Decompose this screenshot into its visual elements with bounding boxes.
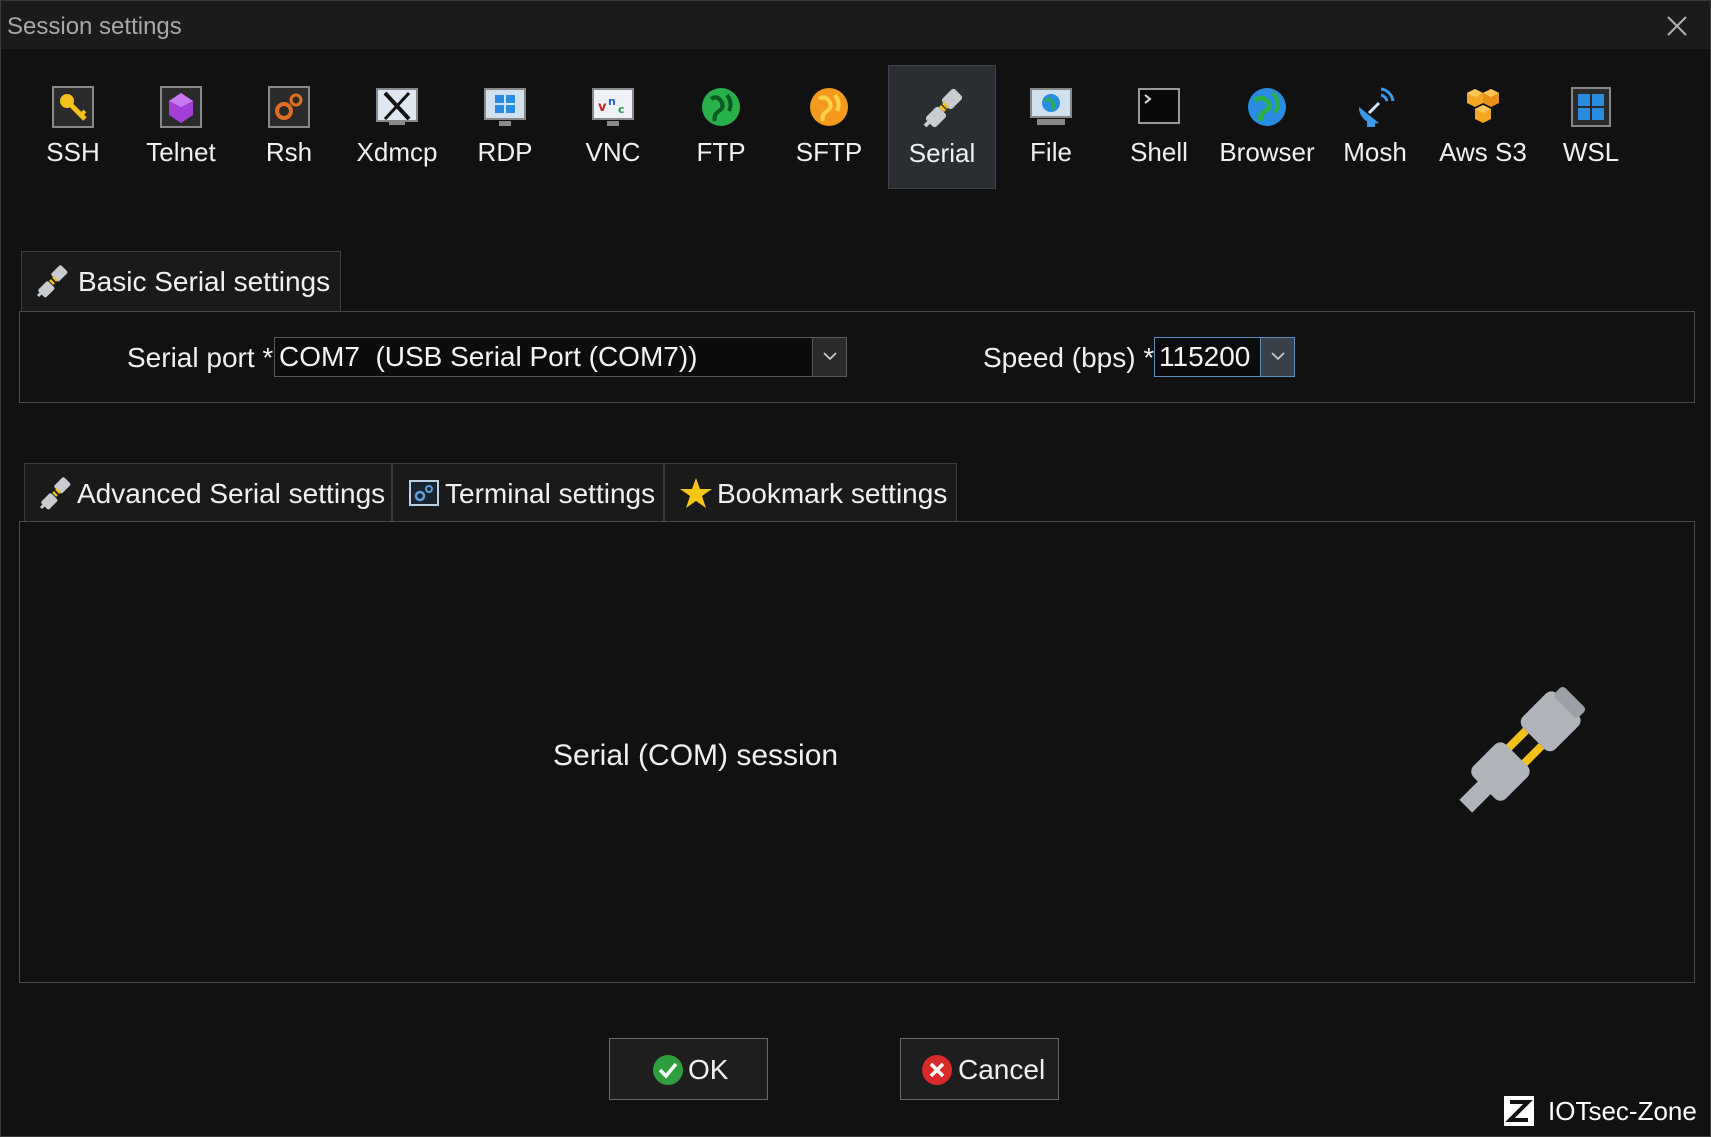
green-globe-icon [699, 85, 743, 129]
cancel-label: Cancel [958, 1054, 1046, 1085]
blue-globe-icon [1245, 85, 1289, 129]
session-type-ftp[interactable]: FTP [667, 65, 775, 189]
session-type-sftp[interactable]: SFTP [775, 65, 883, 189]
session-type-mosh[interactable]: Mosh [1321, 65, 1429, 189]
session-type-label: WSL [1562, 137, 1620, 167]
tab-label: Terminal settings [445, 478, 656, 509]
svg-text:c: c [618, 103, 625, 116]
satellite-dish-icon [1353, 85, 1397, 129]
telnet-gem-icon [159, 85, 203, 129]
serial-plug-icon [921, 86, 965, 130]
key-icon [51, 85, 95, 129]
session-type-label: Browser [1219, 137, 1315, 167]
serial-port-label: Serial port * [127, 342, 274, 373]
session-type-label: Xdmcp [356, 137, 438, 167]
close-icon [1667, 16, 1687, 36]
session-type-browser[interactable]: Browser [1213, 65, 1321, 189]
tab-label: Bookmark settings [717, 478, 948, 509]
ok-button[interactable]: OK [609, 1038, 768, 1100]
gears-icon [267, 85, 311, 129]
tab-bookmark-settings[interactable]: Bookmark settings [664, 463, 957, 521]
star-icon [679, 476, 713, 510]
serial-plug-icon [1441, 681, 1591, 831]
session-type-label: FTP [696, 137, 746, 167]
session-type-label: Aws S3 [1439, 137, 1527, 167]
session-type-bar: SSH Telnet Rsh Xdmcp RDP v n c VNC FTP S… [19, 65, 1679, 189]
tab-basic-serial-settings[interactable]: Basic Serial settings [21, 251, 341, 313]
session-type-label: Serial [908, 138, 976, 168]
session-type-label: SSH [46, 137, 100, 167]
session-type-wsl[interactable]: WSL [1537, 65, 1645, 189]
session-description: Serial (COM) session [553, 739, 839, 772]
window-title: Session settings [7, 13, 182, 40]
cancel-x-icon [921, 1054, 953, 1086]
session-type-file[interactable]: File [997, 65, 1105, 189]
session-type-label: VNC [585, 137, 641, 167]
session-type-label: File [1030, 137, 1072, 167]
terminal-icon [1137, 85, 1181, 129]
basic-settings-panel: Serial port * COM7 (USB Serial Port (COM… [19, 311, 1695, 403]
cubes-icon [1461, 85, 1505, 129]
z-logo-icon [1502, 1094, 1536, 1128]
session-type-telnet[interactable]: Telnet [127, 65, 235, 189]
session-type-shell[interactable]: Shell [1105, 65, 1213, 189]
title-bar: Session settings [1, 1, 1710, 49]
serial-plug-icon [39, 476, 73, 510]
orange-globe-icon [807, 85, 851, 129]
speed-select[interactable]: 115200 [1154, 337, 1295, 377]
session-type-aws-s3[interactable]: Aws S3 [1429, 65, 1537, 189]
speed-value: 115200 [1159, 341, 1251, 372]
session-type-label: Telnet [146, 137, 216, 167]
svg-text:n: n [608, 95, 616, 108]
svg-text:v: v [598, 100, 607, 115]
session-type-label: Shell [1130, 137, 1188, 167]
close-button[interactable] [1662, 11, 1692, 41]
tab-advanced-serial-settings[interactable]: Advanced Serial settings [24, 463, 392, 521]
serial-port-select[interactable]: COM7 (USB Serial Port (COM7)) [274, 337, 847, 377]
windows-monitor-icon [483, 85, 527, 129]
session-type-label: Mosh [1343, 137, 1407, 167]
session-settings-dialog: Session settings SSH Telnet Rsh Xdmcp RD… [0, 0, 1711, 1137]
session-type-label: SFTP [795, 137, 863, 167]
tab-terminal-settings[interactable]: Terminal settings [392, 463, 664, 521]
windows-logo-icon [1569, 85, 1613, 129]
session-type-vnc[interactable]: vnc VNC [559, 65, 667, 189]
session-type-rdp[interactable]: RDP [451, 65, 559, 189]
chevron-down-icon[interactable] [812, 338, 846, 376]
file-monitor-icon [1029, 85, 1073, 129]
cancel-button[interactable]: Cancel [900, 1038, 1059, 1100]
session-type-serial[interactable]: Serial [888, 65, 996, 189]
serial-port-value: COM7 (USB Serial Port (COM7)) [279, 341, 698, 372]
session-type-xdmcp[interactable]: Xdmcp [343, 65, 451, 189]
session-type-label: RDP [477, 137, 533, 167]
terminal-settings-icon [407, 476, 441, 510]
chevron-down-icon[interactable] [1260, 338, 1294, 376]
x-window-icon [375, 85, 419, 129]
watermark-text: IOTsec-Zone [1548, 1096, 1697, 1126]
session-type-rsh[interactable]: Rsh [235, 65, 343, 189]
check-icon [652, 1054, 684, 1086]
speed-label: Speed (bps) * [983, 342, 1155, 373]
serial-plug-icon [36, 264, 70, 298]
watermark: IOTsec-Zone [1502, 1092, 1702, 1132]
ok-label: OK [688, 1054, 729, 1085]
session-type-ssh[interactable]: SSH [19, 65, 127, 189]
tab-label: Basic Serial settings [78, 266, 331, 297]
vnc-monitor-icon: vnc [591, 85, 635, 129]
tab-label: Advanced Serial settings [77, 478, 386, 509]
session-type-label: Rsh [265, 137, 313, 167]
